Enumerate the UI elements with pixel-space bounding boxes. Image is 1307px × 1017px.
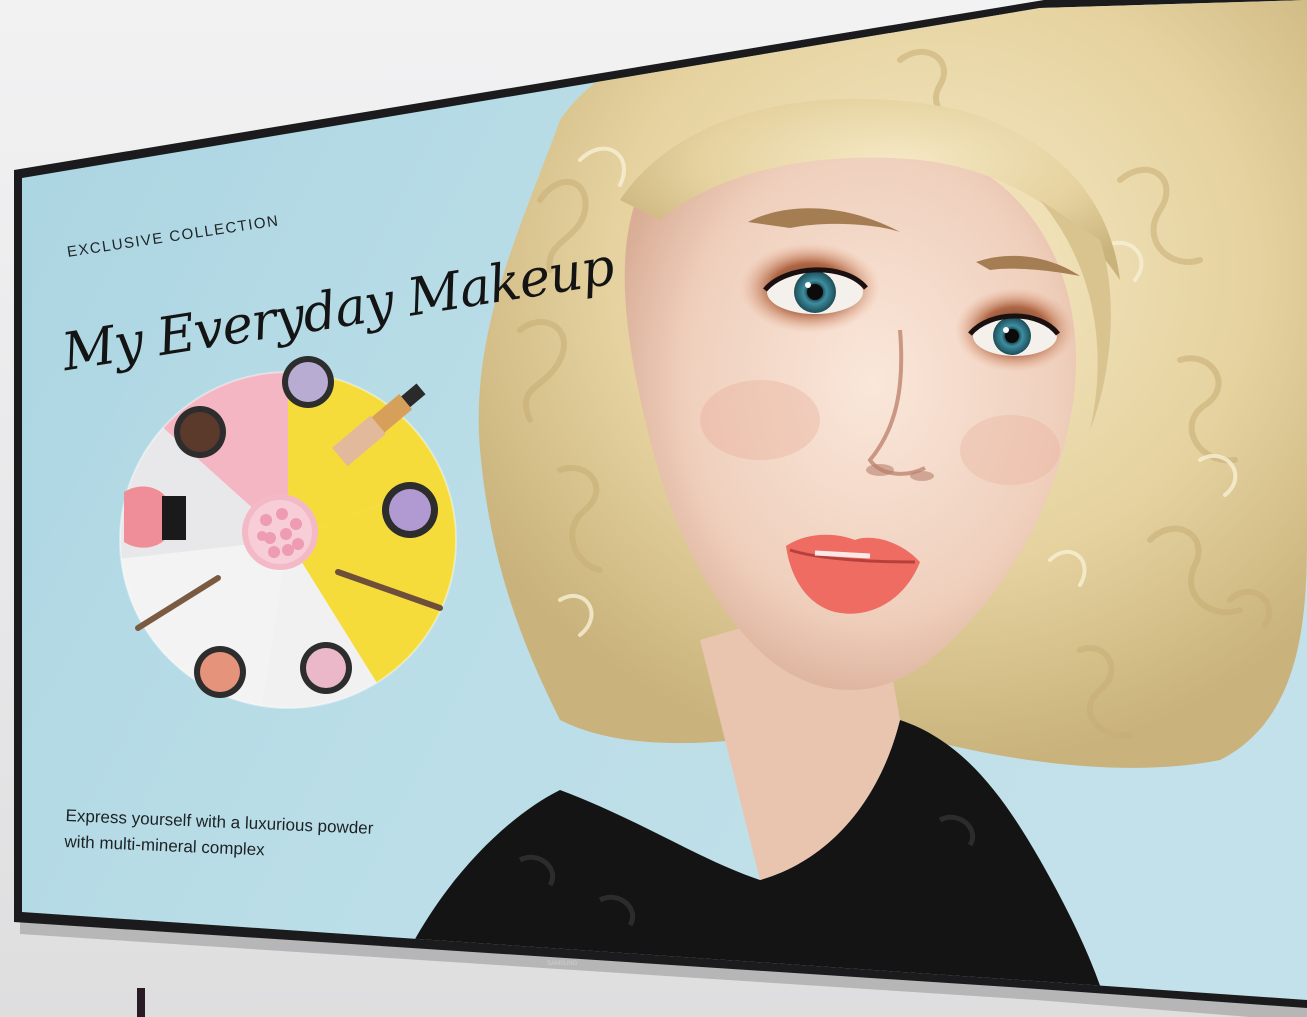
wall-background: SAMSUNG EXCLUSIVE COLLECTION My Everyday… — [0, 0, 1307, 1017]
pearl-blush — [242, 494, 318, 570]
samsung-bezel-logo: SAMSUNG — [547, 961, 578, 967]
stand-post — [137, 988, 145, 1017]
display-scene: SAMSUNG — [14, 0, 1307, 1017]
